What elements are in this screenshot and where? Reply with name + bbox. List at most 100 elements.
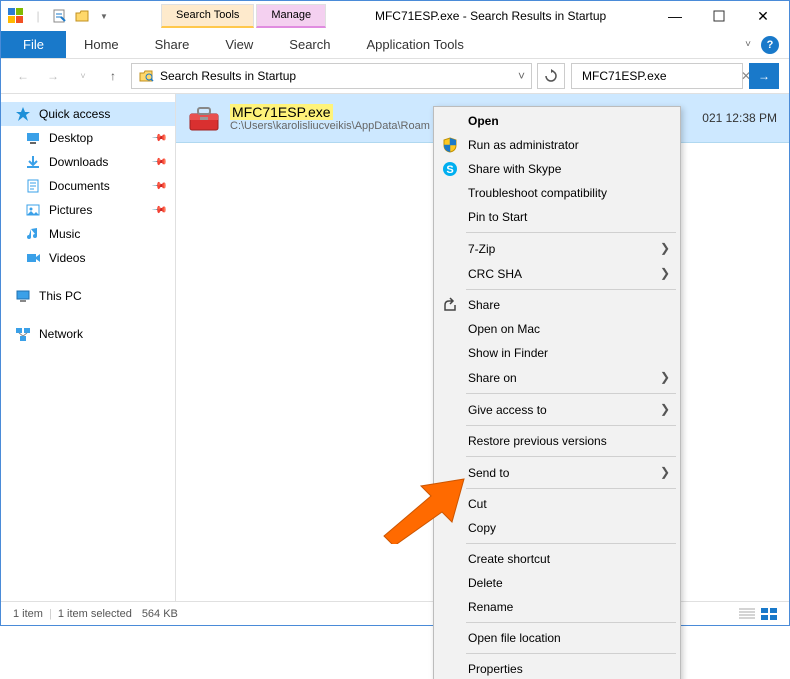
sidebar-quick-access[interactable]: Quick access bbox=[1, 102, 175, 126]
context-menu-label: Rename bbox=[468, 600, 513, 614]
status-item-count: 1 item bbox=[13, 608, 43, 620]
minimize-button[interactable]: — bbox=[655, 3, 695, 29]
submenu-arrow-icon: ❯ bbox=[660, 266, 670, 281]
close-button[interactable]: ✕ bbox=[743, 3, 783, 29]
ribbon-tab-search[interactable]: Search bbox=[271, 31, 348, 58]
status-selected: 1 item selected bbox=[58, 608, 132, 620]
context-menu-item-troubleshoot-compatibility[interactable]: Troubleshoot compatibility bbox=[434, 181, 680, 205]
context-menu-label: Send to bbox=[468, 466, 509, 480]
context-menu-item-copy[interactable]: Copy bbox=[434, 516, 680, 540]
search-input[interactable] bbox=[582, 69, 737, 83]
context-menu-item-show-in-finder[interactable]: Show in Finder bbox=[434, 341, 680, 365]
window-title: MFC71ESP.exe - Search Results in Startup bbox=[326, 9, 655, 23]
context-menu-item-give-access-to[interactable]: Give access to❯ bbox=[434, 397, 680, 422]
context-menu-item-send-to[interactable]: Send to ❯ bbox=[434, 460, 680, 485]
titlebar: | ▼ Search ToolsManage MFC71ESP.exe - Se… bbox=[1, 1, 789, 31]
desktop-icon bbox=[25, 130, 41, 146]
context-menu-item-properties[interactable]: Properties bbox=[434, 657, 680, 679]
context-menu-item-open-file-location[interactable]: Open file location bbox=[434, 626, 680, 650]
pin-icon: 📌 bbox=[150, 178, 167, 195]
documents-icon bbox=[25, 178, 41, 194]
recent-dropdown[interactable]: ˅ bbox=[71, 64, 95, 88]
pin-icon: 📌 bbox=[150, 130, 167, 147]
breadcrumb[interactable]: Search Results in Startup bbox=[160, 69, 296, 83]
sidebar-item-music[interactable]: Music bbox=[1, 222, 175, 246]
submenu-arrow-icon: ❯ bbox=[660, 402, 670, 417]
context-menu-item-pin-to-start[interactable]: Pin to Start bbox=[434, 205, 680, 229]
context-menu-label: Open on Mac bbox=[468, 322, 540, 336]
ribbon-collapse-icon[interactable]: ˅ bbox=[745, 39, 751, 50]
context-menu-separator bbox=[466, 456, 676, 457]
downloads-icon bbox=[25, 154, 41, 170]
ribbon-tab-share[interactable]: Share bbox=[137, 31, 208, 58]
thumbnails-view-icon[interactable] bbox=[761, 608, 777, 620]
sidebar-item-label: Downloads bbox=[49, 155, 108, 169]
context-menu-item-share-on[interactable]: Share on❯ bbox=[434, 365, 680, 390]
address-bar[interactable]: Search Results in Startup ˅ bbox=[131, 63, 532, 89]
context-menu-item-share[interactable]: Share bbox=[434, 293, 680, 317]
ribbon: File Home Share View Search Application … bbox=[1, 31, 789, 59]
forward-button[interactable]: → bbox=[41, 64, 65, 88]
file-tab[interactable]: File bbox=[1, 31, 66, 58]
qat-newfolder-icon[interactable] bbox=[73, 7, 91, 25]
context-menu-item-delete[interactable]: Delete bbox=[434, 571, 680, 595]
status-size: 564 KB bbox=[142, 608, 178, 620]
back-button[interactable]: ← bbox=[11, 64, 35, 88]
address-row: ← → ˅ ↑ Search Results in Startup ˅ ✕ → bbox=[1, 59, 789, 93]
context-menu-label: Run as administrator bbox=[468, 138, 579, 152]
quick-access-label: Quick access bbox=[39, 107, 110, 121]
qat-properties-icon[interactable] bbox=[51, 7, 69, 25]
address-dropdown-icon[interactable]: ˅ bbox=[518, 69, 525, 83]
help-icon[interactable]: ? bbox=[761, 36, 779, 54]
svg-text:S: S bbox=[446, 164, 453, 176]
context-menu-label: 7-Zip bbox=[468, 242, 495, 256]
context-menu-item-7-zip[interactable]: 7-Zip❯ bbox=[434, 236, 680, 261]
context-menu-label: Troubleshoot compatibility bbox=[468, 186, 607, 200]
refresh-button[interactable] bbox=[537, 63, 565, 89]
context-menu-item-crc-sha[interactable]: CRC SHA❯ bbox=[434, 261, 680, 286]
pin-icon: 📌 bbox=[150, 154, 167, 171]
sidebar-item-pictures[interactable]: Pictures 📌 bbox=[1, 198, 175, 222]
sidebar: Quick access Desktop📌Downloads📌Documents… bbox=[1, 94, 176, 601]
context-menu-separator bbox=[466, 289, 676, 290]
search-go-button[interactable]: → bbox=[749, 63, 779, 89]
context-menu-item-share-with-skype[interactable]: S Share with Skype bbox=[434, 157, 680, 181]
sidebar-this-pc[interactable]: This PC bbox=[1, 284, 175, 308]
tool-tab-manage[interactable]: Manage bbox=[256, 4, 326, 27]
annotation-arrow bbox=[376, 474, 466, 547]
details-view-icon[interactable] bbox=[739, 608, 755, 620]
sidebar-item-documents[interactable]: Documents📌 bbox=[1, 174, 175, 198]
search-box[interactable]: ✕ bbox=[571, 63, 743, 89]
context-menu-item-rename[interactable]: Rename bbox=[434, 595, 680, 619]
context-menu-separator bbox=[466, 425, 676, 426]
sidebar-item-downloads[interactable]: Downloads 📌 bbox=[1, 150, 175, 174]
context-menu-item-run-as-administrator[interactable]: Run as administrator bbox=[434, 133, 680, 157]
sidebar-item-videos[interactable]: Videos bbox=[1, 246, 175, 270]
context-menu-item-create-shortcut[interactable]: Create shortcut bbox=[434, 547, 680, 571]
submenu-arrow-icon: ❯ bbox=[660, 465, 670, 480]
pin-icon: 📌 bbox=[150, 202, 167, 219]
context-menu-item-cut[interactable]: Cut bbox=[434, 492, 680, 516]
context-menu-item-restore-previous-versions[interactable]: Restore previous versions bbox=[434, 429, 680, 453]
context-menu-item-open[interactable]: Open bbox=[434, 109, 680, 133]
pictures-icon bbox=[25, 202, 41, 218]
network-icon bbox=[15, 326, 31, 342]
tool-tab-search[interactable]: Search Tools bbox=[161, 4, 254, 27]
maximize-button[interactable] bbox=[699, 3, 739, 29]
context-menu-label: Delete bbox=[468, 576, 503, 590]
context-menu-label: Cut bbox=[468, 497, 487, 511]
up-button[interactable]: ↑ bbox=[101, 64, 125, 88]
ribbon-tab-home[interactable]: Home bbox=[66, 31, 137, 58]
qat-dropdown-icon[interactable]: ▼ bbox=[95, 7, 113, 25]
sidebar-network[interactable]: Network bbox=[1, 322, 175, 346]
context-menu-label: Pin to Start bbox=[468, 210, 527, 224]
sidebar-item-desktop[interactable]: Desktop📌 bbox=[1, 126, 175, 150]
sidebar-item-label: Pictures bbox=[49, 203, 92, 217]
context-menu-label: Create shortcut bbox=[468, 552, 550, 566]
context-menu-item-open-on-mac[interactable]: Open on Mac bbox=[434, 317, 680, 341]
ribbon-tab-view[interactable]: View bbox=[207, 31, 271, 58]
context-menu-label: Copy bbox=[468, 521, 496, 535]
context-menu-label: Share with Skype bbox=[468, 162, 561, 176]
context-menu: Open Run as administrator S Share with Skyp… bbox=[433, 106, 681, 679]
ribbon-tab-apptools[interactable]: Application Tools bbox=[349, 31, 482, 58]
